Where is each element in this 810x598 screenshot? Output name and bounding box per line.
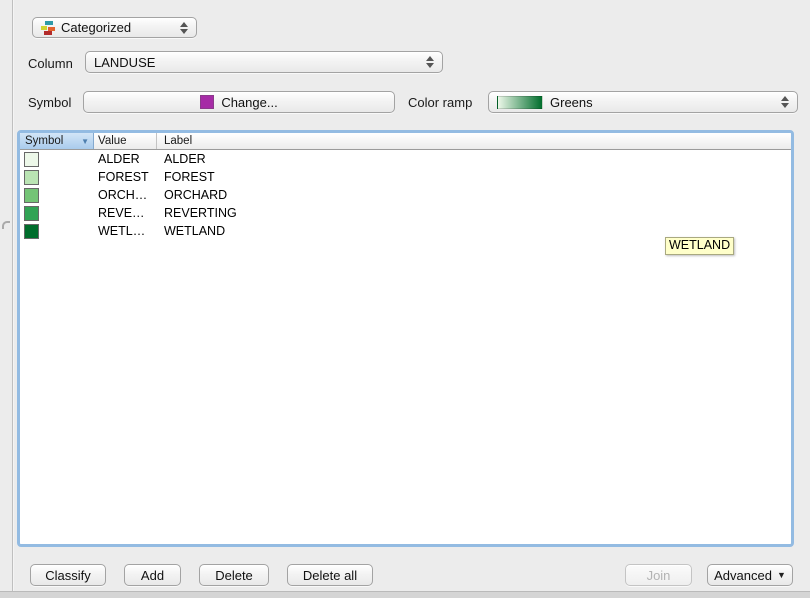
row-symbol-cell[interactable]: [20, 152, 94, 167]
column-header-value[interactable]: Value: [94, 133, 157, 149]
join-button: Join: [625, 564, 692, 586]
advanced-button[interactable]: Advanced ▼: [707, 564, 793, 586]
column-header-label[interactable]: Label: [157, 133, 791, 149]
row-label-cell[interactable]: ORCHARD: [157, 188, 791, 202]
category-color-swatch[interactable]: [24, 188, 39, 203]
symbol-change-label: Change...: [221, 95, 277, 110]
symbol-change-button[interactable]: Change...: [83, 91, 395, 113]
row-value-cell[interactable]: FOREST: [94, 170, 157, 184]
row-symbol-cell[interactable]: [20, 188, 94, 203]
row-symbol-cell[interactable]: [20, 206, 94, 221]
categorized-icon: [41, 21, 55, 35]
sort-desc-icon: ▼: [81, 137, 89, 146]
column-select[interactable]: LANDUSE: [85, 51, 443, 73]
table-body: ALDERALDERFORESTFORESTORCH…ORCHARDREVE…R…: [20, 150, 791, 240]
row-label-cell[interactable]: ALDER: [157, 152, 791, 166]
dropdown-arrow-icon: ▼: [777, 570, 786, 580]
advanced-button-label: Advanced: [714, 568, 772, 583]
table-row[interactable]: FORESTFOREST: [20, 168, 791, 186]
color-ramp-preview: [497, 96, 543, 109]
column-label: Column: [28, 56, 73, 71]
row-symbol-cell[interactable]: [20, 170, 94, 185]
row-label-cell[interactable]: FOREST: [157, 170, 791, 184]
renderer-type-select[interactable]: Categorized: [32, 17, 197, 38]
row-label-cell[interactable]: REVERTING: [157, 206, 791, 220]
row-symbol-cell[interactable]: [20, 224, 94, 239]
delete-all-button[interactable]: Delete all: [287, 564, 373, 586]
stepper-arrows-icon: [420, 56, 434, 68]
category-color-swatch[interactable]: [24, 206, 39, 221]
column-select-value: LANDUSE: [94, 55, 155, 70]
window-bottom-edge: [0, 591, 810, 598]
row-value-cell[interactable]: REVE…: [94, 206, 157, 220]
color-ramp-select[interactable]: Greens: [488, 91, 798, 113]
renderer-type-value: Categorized: [61, 20, 131, 35]
stepper-arrows-icon: [174, 22, 188, 34]
color-ramp-value: Greens: [550, 95, 593, 110]
row-value-cell[interactable]: ALDER: [94, 152, 157, 166]
stepper-arrows-icon: [775, 96, 789, 108]
table-row[interactable]: ALDERALDER: [20, 150, 791, 168]
table-header: Symbol ▼ Value Label: [20, 133, 791, 150]
delete-button[interactable]: Delete: [199, 564, 269, 586]
row-value-cell[interactable]: ORCH…: [94, 188, 157, 202]
table-row[interactable]: ORCH…ORCHARD: [20, 186, 791, 204]
row-label-cell[interactable]: WETLAND: [157, 224, 791, 238]
table-row[interactable]: REVE…REVERTING: [20, 204, 791, 222]
symbol-label: Symbol: [28, 95, 71, 110]
row-value-cell[interactable]: WETL…: [94, 224, 157, 238]
classify-button[interactable]: Classify: [30, 564, 106, 586]
color-ramp-label: Color ramp: [408, 95, 472, 110]
symbol-color-swatch: [200, 95, 214, 109]
category-color-swatch[interactable]: [24, 224, 39, 239]
add-button[interactable]: Add: [124, 564, 181, 586]
splitter-handle-icon[interactable]: [2, 221, 10, 229]
categories-table[interactable]: Symbol ▼ Value Label ALDERALDERFORESTFOR…: [17, 130, 794, 547]
column-header-symbol[interactable]: Symbol ▼: [20, 133, 94, 149]
category-color-swatch[interactable]: [24, 152, 39, 167]
category-color-swatch[interactable]: [24, 170, 39, 185]
tooltip: WETLAND: [665, 237, 734, 255]
panel-divider-highlight: [13, 0, 14, 598]
